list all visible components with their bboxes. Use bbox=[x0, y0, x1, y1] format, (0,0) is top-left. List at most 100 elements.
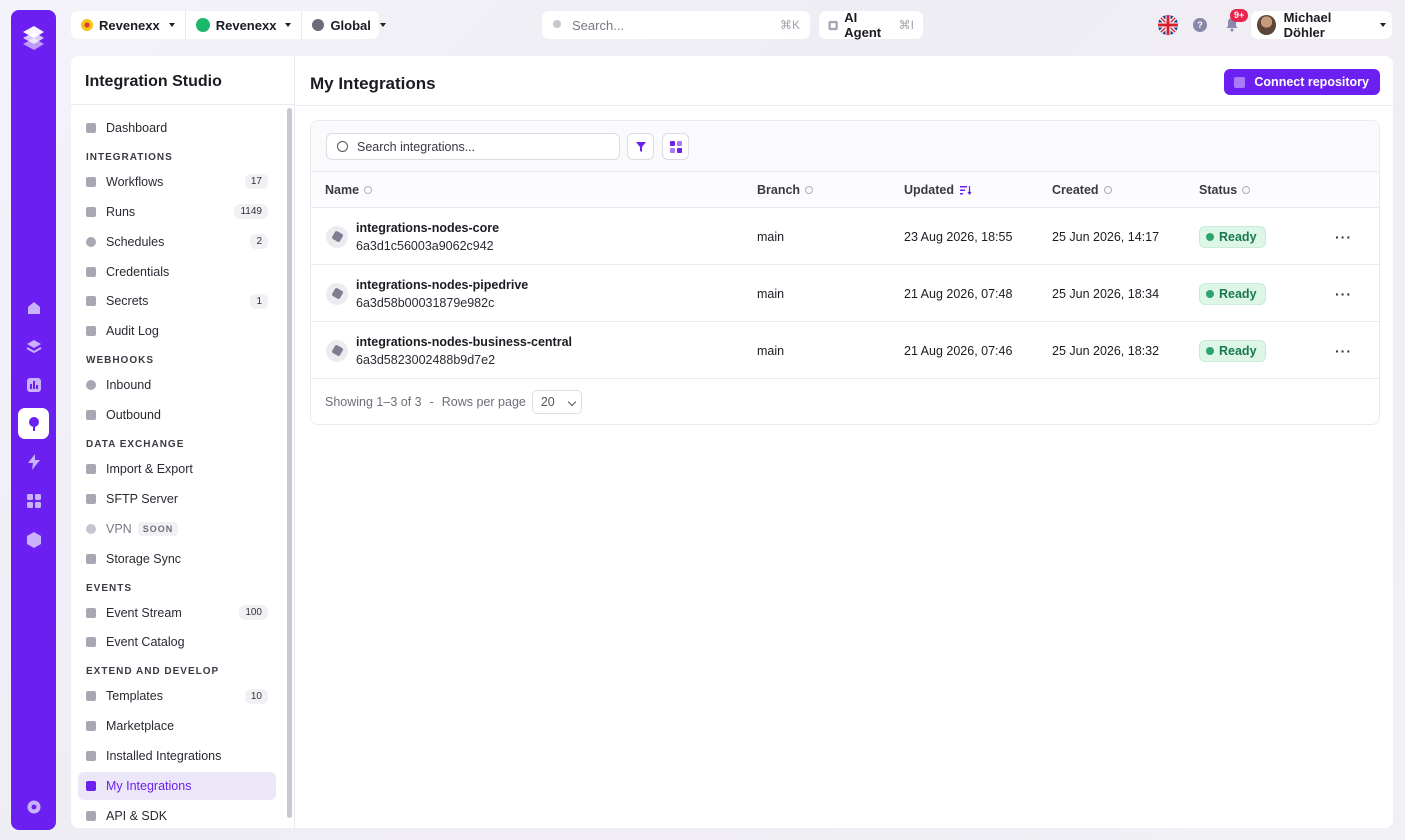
column-status[interactable]: Status bbox=[1199, 183, 1251, 197]
more-icon: ··· bbox=[1335, 228, 1352, 245]
sidebar-item-templates[interactable]: Templates 10 bbox=[78, 682, 276, 710]
sidebar-item-label: My Integrations bbox=[106, 779, 192, 794]
org-switch-2[interactable]: Revenexx bbox=[184, 11, 302, 39]
integrations-search-placeholder: Search integrations... bbox=[357, 139, 476, 154]
cube-icon[interactable] bbox=[18, 524, 49, 555]
created-cell: 25 Jun 2026, 14:17 bbox=[1052, 229, 1160, 244]
section-data-exchange: DATA EXCHANGE bbox=[86, 439, 185, 451]
row-actions-button[interactable]: ··· bbox=[1335, 265, 1352, 322]
runs-icon bbox=[86, 206, 96, 217]
sidebar-item-storage-sync[interactable]: Storage Sync bbox=[78, 545, 276, 573]
sidebar-item-sftp[interactable]: SFTP Server bbox=[78, 485, 276, 513]
created-cell: 25 Jun 2026, 18:32 bbox=[1052, 343, 1160, 358]
settings-icon[interactable] bbox=[18, 791, 49, 822]
sidebar-item-label: Import & Export bbox=[106, 462, 193, 477]
bolt-icon[interactable] bbox=[18, 446, 49, 477]
row-actions-button[interactable]: ··· bbox=[1335, 208, 1352, 265]
sidebar-item-inbound[interactable]: Inbound bbox=[78, 371, 276, 399]
sidebar-item-credentials[interactable]: Credentials bbox=[78, 258, 276, 286]
sidebar-item-vpn[interactable]: VPN SOON bbox=[78, 515, 276, 543]
ai-agent-button[interactable]: AI Agent ⌘I bbox=[819, 10, 923, 40]
sidebar-item-label: Marketplace bbox=[106, 719, 175, 734]
sidebar-item-api-sdk[interactable]: API & SDK bbox=[78, 802, 276, 828]
filter-button[interactable] bbox=[627, 133, 654, 160]
table-row[interactable]: integrations-nodes-business-central 6a3d… bbox=[311, 322, 1379, 379]
sidebar-scrollbar[interactable] bbox=[287, 108, 292, 818]
view-toggle-button[interactable] bbox=[662, 133, 689, 160]
integration-name[interactable]: integrations-nodes-business-central bbox=[356, 333, 572, 351]
integration-hash: 6a3d1c56003a9062c942 bbox=[356, 238, 494, 253]
created-cell: 25 Jun 2026, 18:34 bbox=[1052, 286, 1160, 301]
table-header: Name Branch Updated Created Status bbox=[311, 172, 1379, 208]
sort-icon bbox=[1242, 185, 1251, 194]
region-label: Global bbox=[330, 17, 371, 33]
sidebar-item-my-integrations[interactable]: My Integrations bbox=[78, 772, 276, 801]
user-menu[interactable]: Michael Döhler bbox=[1251, 10, 1392, 40]
column-name[interactable]: Name bbox=[325, 182, 373, 197]
sidebar-item-dashboard[interactable]: Dashboard bbox=[78, 114, 276, 142]
region-switch[interactable]: Global bbox=[301, 11, 395, 39]
layers-icon[interactable] bbox=[18, 331, 49, 362]
column-created-label: Created bbox=[1052, 182, 1099, 197]
status-dot-icon bbox=[1206, 346, 1214, 355]
updated-cell: 23 Aug 2026, 18:55 bbox=[904, 229, 1013, 244]
sidebar-item-secrets[interactable]: Secrets 1 bbox=[78, 287, 276, 315]
sidebar-item-installed[interactable]: Installed Integrations bbox=[78, 742, 276, 770]
sidebar-item-import-export[interactable]: Import & Export bbox=[78, 455, 276, 483]
sort-icon bbox=[364, 185, 373, 194]
sidebar-item-schedules[interactable]: Schedules 2 bbox=[78, 228, 276, 256]
sidebar-item-label: VPN bbox=[106, 521, 132, 536]
catalog-icon bbox=[86, 637, 96, 648]
home-icon[interactable] bbox=[18, 292, 49, 323]
row-actions-button[interactable]: ··· bbox=[1335, 322, 1352, 379]
sidebar-item-event-catalog[interactable]: Event Catalog bbox=[78, 628, 276, 656]
sidebar-item-workflows[interactable]: Workflows 17 bbox=[78, 168, 276, 196]
key-icon bbox=[86, 296, 96, 307]
column-name-label: Name bbox=[325, 182, 360, 197]
connect-repository-button[interactable]: Connect repository bbox=[1224, 69, 1380, 95]
sidebar-item-label: Runs bbox=[106, 204, 136, 219]
help-icon[interactable]: ? bbox=[1193, 18, 1207, 32]
app-rail bbox=[11, 10, 56, 830]
table-row[interactable]: integrations-nodes-pipedrive 6a3d58b0003… bbox=[311, 265, 1379, 322]
cube-icon bbox=[86, 781, 96, 792]
sort-desc-icon bbox=[960, 185, 972, 195]
global-search[interactable]: Search... ⌘K bbox=[542, 11, 810, 39]
column-created[interactable]: Created bbox=[1052, 183, 1112, 197]
section-extend: EXTEND AND DEVELOP bbox=[86, 666, 220, 678]
sidebar-item-event-stream[interactable]: Event Stream 100 bbox=[78, 599, 276, 627]
sidebar-item-label: Event Catalog bbox=[106, 635, 185, 650]
count-badge: 1149 bbox=[234, 204, 268, 220]
column-branch[interactable]: Branch bbox=[757, 183, 814, 197]
rows-per-page-select[interactable]: 20 bbox=[531, 390, 582, 414]
app-logo-icon[interactable] bbox=[20, 24, 47, 51]
integration-name[interactable]: integrations-nodes-core bbox=[356, 219, 499, 237]
pagination-summary: Showing 1–3 of 3 bbox=[325, 395, 422, 409]
integration-name[interactable]: integrations-nodes-pipedrive bbox=[356, 276, 528, 294]
installed-icon bbox=[86, 751, 96, 762]
sidebar-item-marketplace[interactable]: Marketplace bbox=[78, 712, 276, 740]
sidebar-item-audit-log[interactable]: Audit Log bbox=[78, 317, 276, 345]
sidebar-item-label: SFTP Server bbox=[106, 491, 179, 506]
sidebar-item-outbound[interactable]: Outbound bbox=[78, 401, 276, 429]
apps-icon[interactable] bbox=[18, 485, 49, 516]
sidebar-item-label: API & SDK bbox=[106, 808, 168, 823]
sidebar-item-label: Workflows bbox=[106, 174, 164, 189]
sidebar-item-runs[interactable]: Runs 1149 bbox=[78, 198, 276, 226]
table-row[interactable]: integrations-nodes-core 6a3d1c56003a9062… bbox=[311, 208, 1379, 265]
integrations-search-input[interactable]: Search integrations... bbox=[326, 133, 620, 160]
column-updated[interactable]: Updated bbox=[904, 183, 972, 197]
updated-cell: 21 Aug 2026, 07:48 bbox=[904, 286, 1013, 301]
uk-flag-icon[interactable] bbox=[1158, 15, 1178, 35]
marketplace-icon bbox=[86, 721, 96, 732]
global-search-placeholder: Search... bbox=[572, 17, 625, 33]
org-switch-1[interactable]: Revenexx bbox=[71, 11, 185, 39]
integrations-icon[interactable] bbox=[18, 408, 49, 439]
name-cell: integrations-nodes-pipedrive 6a3d58b0003… bbox=[356, 265, 528, 322]
more-icon: ··· bbox=[1335, 342, 1352, 359]
repo-cube-icon bbox=[326, 225, 348, 248]
chart-icon[interactable] bbox=[18, 369, 49, 400]
chevron-down-icon bbox=[168, 23, 175, 27]
notification-badge: 9+ bbox=[1230, 9, 1249, 22]
status-label: Ready bbox=[1219, 343, 1257, 358]
